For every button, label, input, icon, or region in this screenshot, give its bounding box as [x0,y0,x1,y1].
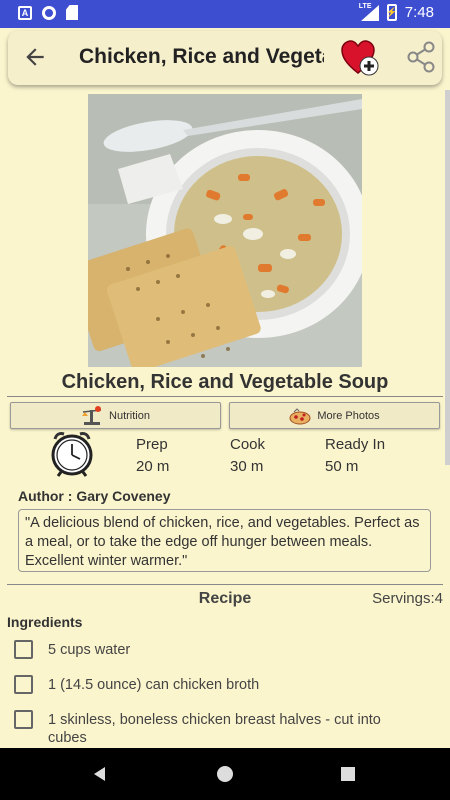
divider [7,396,443,397]
prep-label: Prep [136,436,168,453]
network-type: LTE [358,2,372,10]
more-photos-label: More Photos [317,409,380,422]
a-notification-icon: A [18,5,32,20]
ingredient-checkbox[interactable] [14,675,33,694]
cook-time: Cook 30 m [230,434,265,478]
sd-card-icon [66,5,78,20]
scale-icon [82,405,102,425]
ingredients-heading: Ingredients [7,614,83,630]
soup-illustration [88,94,362,367]
notification-icons: A [18,5,78,20]
clock-icon [51,432,93,477]
prep-time: Prep 20 m [136,434,169,478]
nutrition-button[interactable]: Nutrition [10,402,221,429]
nav-recents-icon[interactable] [341,767,355,781]
nav-home-icon[interactable] [217,766,233,782]
prep-value: 20 m [136,458,170,475]
ingredient-text: 1 skinless, boneless chicken breast halv… [48,712,381,746]
ready-value: 50 m [325,458,359,475]
ingredient-checkbox[interactable] [14,710,33,729]
heart-add-icon[interactable] [340,39,380,77]
description: "A delicious blend of chicken, rice, and… [18,509,431,572]
servings[interactable]: Servings:4 [372,590,443,607]
recipe-photo[interactable] [88,94,362,367]
circle-notification-icon [42,5,56,20]
arrow-back-icon[interactable] [22,44,48,70]
divider [7,584,443,585]
more-photos-button[interactable]: More Photos [229,402,440,429]
pizza-icon [289,407,311,424]
toolbar: Chicken, Rice and Vegetable Soup [8,31,442,85]
nav-back-icon[interactable] [92,766,108,782]
status-bar: A LTE ⚡ 7:48 [0,0,450,28]
cook-value: 30 m [230,458,264,475]
share-icon[interactable] [406,41,436,73]
toolbar-title: Chicken, Rice and Vegetable Soup [79,45,324,68]
navigation-bar [0,748,450,800]
system-icons: LTE ⚡ 7:48 [358,2,434,21]
battery-charging-icon: ⚡ [386,4,397,21]
signal-icon: LTE [358,2,379,21]
nutrition-label: Nutrition [109,409,150,422]
scrollbar[interactable] [445,90,450,465]
ingredient-text: 5 cups water [48,642,131,658]
recipe-title: Chicken, Rice and Vegetable Soup [61,371,389,393]
ingredient-text: 1 (14.5 ounce) can chicken broth [48,677,260,693]
ingredient-checkbox[interactable] [14,640,33,659]
ready-label: Ready In [325,436,386,453]
ready-time: Ready In 50 m [325,434,385,478]
author: Author : Gary Coveney [18,488,171,504]
clock: 7:48 [404,4,434,21]
cook-label: Cook [230,436,266,453]
